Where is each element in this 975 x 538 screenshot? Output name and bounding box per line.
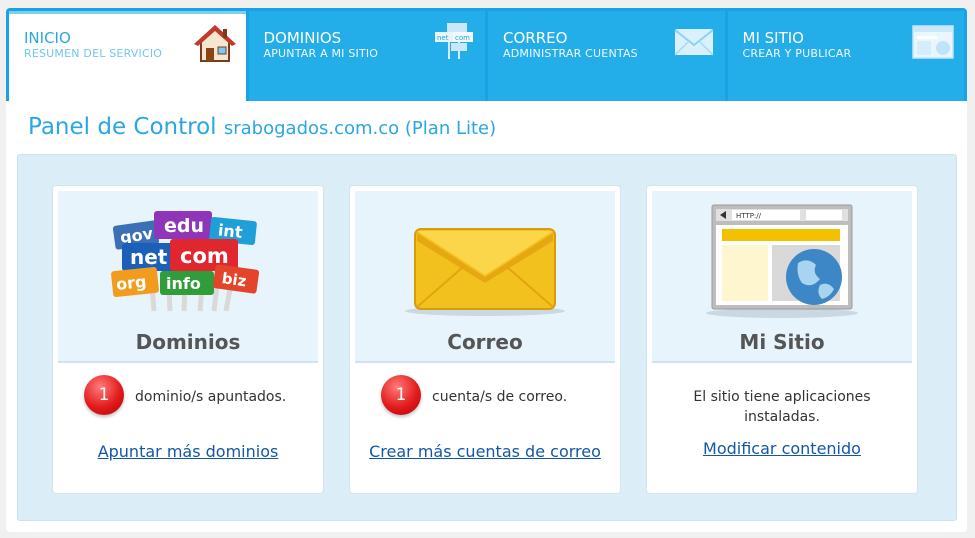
card-dominios-body: 1 dominio/s apuntados. Apuntar más domin…	[58, 363, 318, 487]
sign-biz: biz	[221, 269, 248, 290]
website-browser-illustration: HTTP://	[706, 204, 858, 318]
browser-url: HTTP://	[736, 212, 762, 220]
house-icon	[193, 25, 236, 62]
domain-signs-icon: net com	[435, 23, 473, 59]
site-status-line2: instaladas.	[744, 409, 820, 425]
domain-count-text: dominio/s apuntados.	[135, 389, 287, 405]
sign-org: org	[115, 272, 147, 294]
website-icon	[912, 25, 954, 59]
card-correo: Correo 1 cuenta/s de correo. Crear más c…	[349, 185, 621, 494]
mail-count-badge: 1	[381, 375, 421, 415]
domain-count-badge: 1	[84, 375, 124, 415]
tab-correo[interactable]: CORREO ADMINISTRAR CUENTAS	[488, 11, 725, 101]
page-title-text: Panel de Control	[28, 114, 217, 140]
sign-info: info	[166, 274, 201, 293]
card-mi-sitio-body: El sitio tiene aplicaciones instaladas. …	[652, 363, 912, 487]
mail-envelope-illustration	[405, 228, 565, 316]
page-title: Panel de Control srabogados.com.co (Plan…	[28, 114, 496, 140]
card-correo-title: Correo	[447, 330, 523, 354]
card-dominios: gov edu int net com org info biz Dominio…	[52, 185, 324, 494]
card-mi-sitio: HTTP:// Mi Sitio El sitio tiene aplicaci…	[646, 185, 918, 494]
edit-content-link[interactable]: Modificar contenido	[652, 439, 912, 458]
sign-int: int	[217, 220, 244, 241]
svg-text:net: net	[437, 34, 449, 42]
control-panel-window: INICIO RESUMEN DEL SERVICIO DOMINIOS APU…	[6, 8, 967, 532]
card-correo-header: Correo	[355, 191, 615, 363]
card-mi-sitio-title: Mi Sitio	[739, 330, 825, 354]
svg-text:com: com	[455, 34, 470, 42]
sign-edu: edu	[164, 215, 204, 237]
tab-inicio[interactable]: INICIO RESUMEN DEL SERVICIO	[9, 11, 246, 101]
mail-count-text: cuenta/s de correo.	[432, 389, 568, 405]
tab-mi-sitio[interactable]: MI SITIO CREAR Y PUBLICAR	[727, 11, 964, 101]
summary-area: gov edu int net com org info biz Dominio…	[17, 154, 957, 521]
card-mi-sitio-header: HTTP:// Mi Sitio	[652, 191, 912, 363]
add-mail-accounts-link[interactable]: Crear más cuentas de correo	[355, 442, 615, 461]
envelope-icon	[673, 29, 714, 56]
domain-signs-illustration: gov edu int net com org info biz	[111, 211, 260, 312]
domain-plan-label: srabogados.com.co (Plan Lite)	[223, 118, 497, 139]
sign-com: com	[180, 244, 229, 268]
main-tabs: INICIO RESUMEN DEL SERVICIO DOMINIOS APU…	[6, 8, 967, 101]
card-dominios-title: Dominios	[135, 330, 241, 354]
sign-net: net	[130, 245, 168, 269]
tab-dominios[interactable]: DOMINIOS APUNTAR A MI SITIO net com	[248, 11, 485, 101]
site-status-line1: El sitio tiene aplicaciones	[693, 389, 871, 405]
card-correo-body: 1 cuenta/s de correo. Crear más cuentas …	[355, 363, 615, 487]
add-domains-link[interactable]: Apuntar más dominios	[58, 442, 318, 461]
card-dominios-header: gov edu int net com org info biz Dominio…	[58, 191, 318, 363]
site-status-text: El sitio tiene aplicaciones instaladas.	[652, 387, 912, 427]
